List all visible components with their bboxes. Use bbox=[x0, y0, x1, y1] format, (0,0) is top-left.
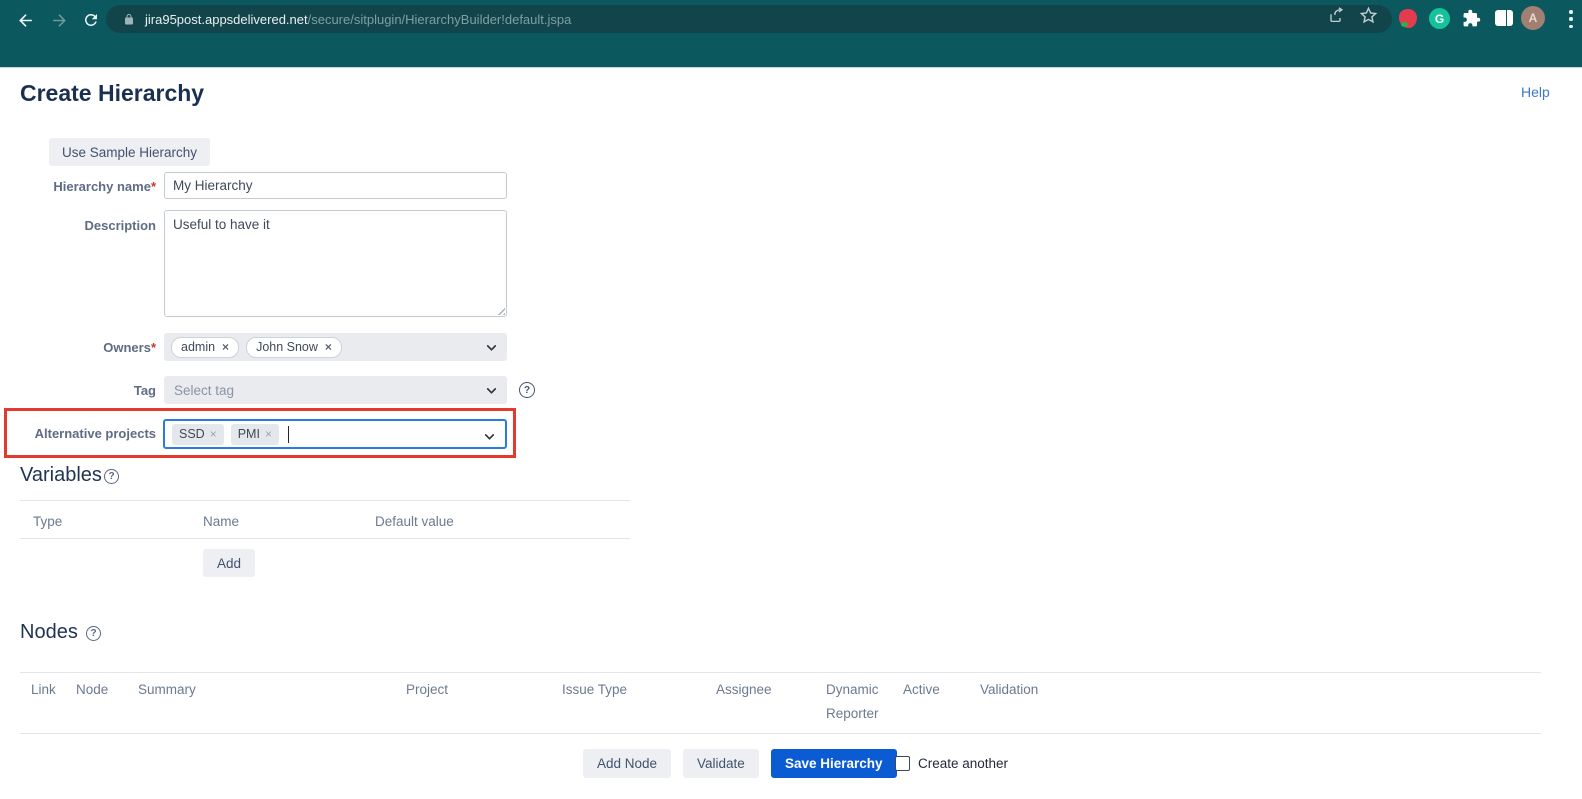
remove-chip-icon[interactable]: × bbox=[265, 428, 272, 440]
tag-label: Tag bbox=[0, 383, 156, 398]
variables-col-default: Default value bbox=[375, 510, 454, 534]
nodes-col-project: Project bbox=[406, 678, 448, 702]
chevron-down-icon bbox=[485, 384, 498, 397]
chrome-menu-button[interactable] bbox=[1569, 10, 1573, 28]
tag-help-icon[interactable]: ? bbox=[519, 382, 535, 398]
required-mark: * bbox=[151, 179, 156, 194]
reload-icon bbox=[82, 11, 100, 29]
add-variable-button[interactable]: Add bbox=[203, 549, 255, 577]
hierarchy-name-label-text: Hierarchy name bbox=[53, 179, 151, 194]
url-domain: jira95post.appsdelivered.net bbox=[145, 12, 308, 27]
nodes-col-summary: Summary bbox=[138, 678, 196, 702]
extension-berry-icon[interactable] bbox=[1399, 9, 1417, 28]
nodes-heading: Nodes bbox=[20, 621, 78, 644]
side-panel-button[interactable] bbox=[1495, 10, 1513, 26]
alternative-projects-label: Alternative projects bbox=[0, 426, 156, 441]
variables-col-name: Name bbox=[203, 510, 239, 534]
create-another-label: Create another bbox=[918, 756, 1008, 771]
nodes-col-assignee: Assignee bbox=[716, 678, 772, 702]
reload-button[interactable] bbox=[78, 7, 104, 33]
star-icon bbox=[1359, 6, 1378, 25]
owners-label: Owners* bbox=[0, 340, 156, 355]
owner-chip-label: admin bbox=[181, 340, 215, 354]
description-textarea[interactable]: Useful to have it bbox=[164, 210, 507, 317]
alternative-projects-select[interactable]: SSD × PMI × bbox=[163, 419, 507, 449]
forward-arrow-icon bbox=[50, 11, 69, 30]
avatar-letter: A bbox=[1529, 11, 1538, 25]
page-title: Create Hierarchy bbox=[20, 80, 204, 107]
required-mark: * bbox=[151, 340, 156, 355]
add-node-button[interactable]: Add Node bbox=[583, 749, 671, 778]
variables-col-type: Type bbox=[33, 510, 62, 534]
use-sample-hierarchy-button[interactable]: Use Sample Hierarchy bbox=[49, 138, 210, 166]
project-chip: SSD × bbox=[172, 424, 224, 445]
chevron-down-icon bbox=[485, 341, 498, 354]
lock-icon[interactable] bbox=[123, 13, 135, 26]
hierarchy-name-label: Hierarchy name* bbox=[0, 179, 156, 194]
tag-placeholder: Select tag bbox=[171, 383, 234, 398]
project-chip: PMI × bbox=[231, 424, 279, 445]
nodes-col-issue-type: Issue Type bbox=[562, 678, 627, 702]
remove-chip-icon[interactable]: × bbox=[210, 428, 217, 440]
kebab-dot bbox=[1569, 10, 1573, 14]
profile-avatar[interactable]: A bbox=[1521, 6, 1545, 30]
divider bbox=[20, 538, 630, 539]
text-cursor bbox=[288, 426, 290, 443]
back-arrow-icon bbox=[16, 11, 35, 30]
nodes-col-active: Active bbox=[903, 678, 940, 702]
divider bbox=[20, 672, 1541, 673]
variables-help-icon[interactable]: ? bbox=[104, 469, 119, 484]
bookmark-button[interactable] bbox=[1358, 5, 1378, 25]
remove-chip-icon[interactable]: × bbox=[325, 341, 332, 353]
extensions-menu-button[interactable] bbox=[1462, 9, 1481, 28]
grammarly-letter: G bbox=[1435, 12, 1444, 26]
project-chip-label: PMI bbox=[238, 427, 260, 441]
address-bar[interactable]: jira95post.appsdelivered.net/secure/sitp… bbox=[106, 5, 1392, 33]
hierarchy-name-input[interactable] bbox=[164, 172, 507, 199]
description-label: Description bbox=[0, 218, 156, 233]
browser-window: jira95post.appsdelivered.net/secure/sitp… bbox=[0, 0, 1582, 799]
divider bbox=[20, 500, 630, 501]
share-icon bbox=[1328, 6, 1346, 24]
validate-button[interactable]: Validate bbox=[683, 749, 759, 778]
owners-select[interactable]: admin × John Snow × bbox=[164, 333, 507, 361]
browser-toolbar: jira95post.appsdelivered.net/secure/sitp… bbox=[0, 0, 1582, 68]
kebab-dot bbox=[1569, 17, 1573, 21]
remove-chip-icon[interactable]: × bbox=[222, 341, 229, 353]
puzzle-icon bbox=[1462, 9, 1481, 28]
create-another-checkbox[interactable] bbox=[895, 756, 910, 771]
back-button[interactable] bbox=[12, 7, 38, 33]
owners-label-text: Owners bbox=[103, 340, 151, 355]
owner-chip-label: John Snow bbox=[256, 340, 318, 354]
url-path: /secure/sitplugin/HierarchyBuilder!defau… bbox=[308, 12, 572, 27]
nodes-col-validation: Validation bbox=[980, 678, 1038, 702]
tag-select[interactable]: Select tag bbox=[164, 376, 507, 404]
owner-chip: John Snow × bbox=[246, 337, 342, 358]
owner-chip: admin × bbox=[171, 337, 239, 358]
share-button[interactable] bbox=[1327, 5, 1347, 25]
nodes-col-link: Link bbox=[31, 678, 56, 702]
kebab-dot bbox=[1569, 25, 1573, 29]
save-hierarchy-button[interactable]: Save Hierarchy bbox=[771, 749, 897, 778]
berry-leaf-icon bbox=[1401, 22, 1408, 27]
divider bbox=[20, 733, 1541, 734]
help-link[interactable]: Help bbox=[1521, 84, 1550, 100]
chevron-down-icon bbox=[483, 430, 496, 443]
nodes-col-dynamic-reporter: Dynamic Reporter bbox=[826, 678, 888, 726]
forward-button[interactable] bbox=[46, 7, 72, 33]
nodes-col-node: Node bbox=[76, 678, 108, 702]
url-text: jira95post.appsdelivered.net/secure/sitp… bbox=[145, 12, 571, 27]
extension-grammarly-icon[interactable]: G bbox=[1429, 8, 1450, 29]
variables-heading: Variables bbox=[20, 464, 102, 487]
project-chip-label: SSD bbox=[179, 427, 205, 441]
nodes-help-icon[interactable]: ? bbox=[86, 626, 101, 641]
